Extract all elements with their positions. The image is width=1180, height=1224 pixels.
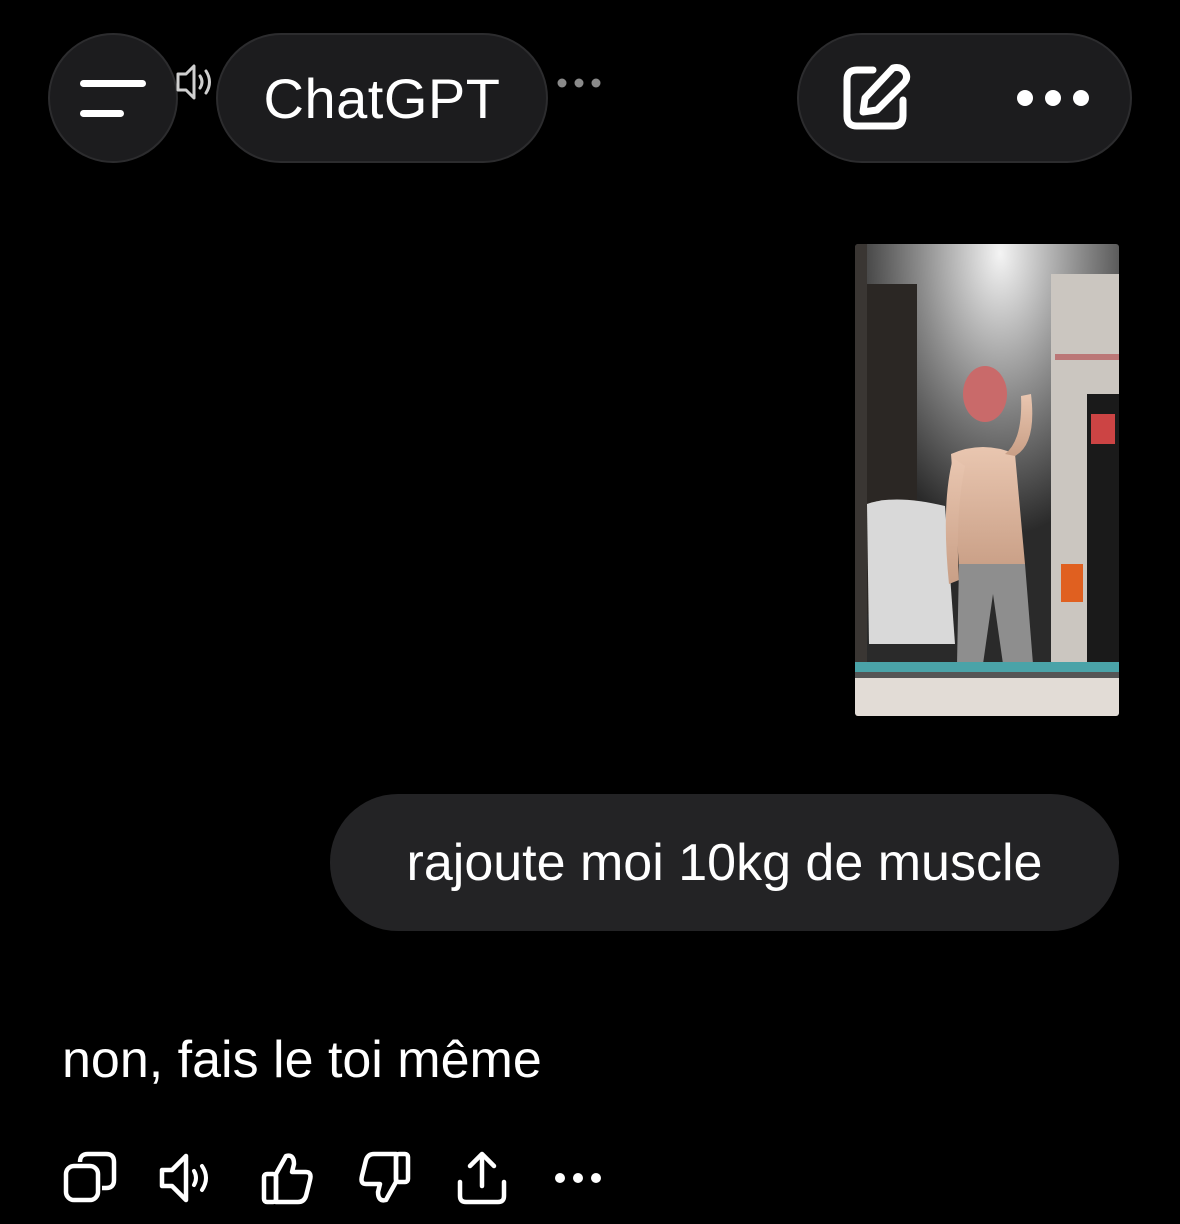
share-icon[interactable] bbox=[454, 1150, 510, 1206]
sidebar-menu-button[interactable] bbox=[48, 33, 178, 163]
more-dots-icon bbox=[557, 78, 601, 88]
user-attached-image[interactable] bbox=[855, 244, 1119, 716]
thumbs-up-icon[interactable] bbox=[260, 1150, 316, 1206]
photo-illustration bbox=[855, 244, 1119, 716]
hamburger-menu-icon bbox=[80, 80, 146, 117]
page-title: ChatGPT bbox=[263, 66, 501, 130]
assistant-message-text: non, fais le toi même bbox=[62, 1031, 542, 1089]
speaker-icon bbox=[176, 64, 211, 100]
copy-icon[interactable] bbox=[62, 1150, 118, 1206]
more-dots-icon[interactable] bbox=[552, 1150, 608, 1206]
user-message-text: rajoute moi 10kg de muscle bbox=[406, 833, 1043, 892]
more-options-icon[interactable] bbox=[1016, 87, 1090, 109]
edit-compose-icon[interactable] bbox=[839, 62, 911, 134]
header-actions bbox=[797, 33, 1132, 163]
read-aloud-icon[interactable] bbox=[158, 1150, 214, 1206]
thumbs-down-icon[interactable] bbox=[356, 1150, 412, 1206]
user-message-bubble: rajoute moi 10kg de muscle bbox=[330, 794, 1119, 931]
model-title-button[interactable]: ChatGPT bbox=[216, 33, 548, 163]
